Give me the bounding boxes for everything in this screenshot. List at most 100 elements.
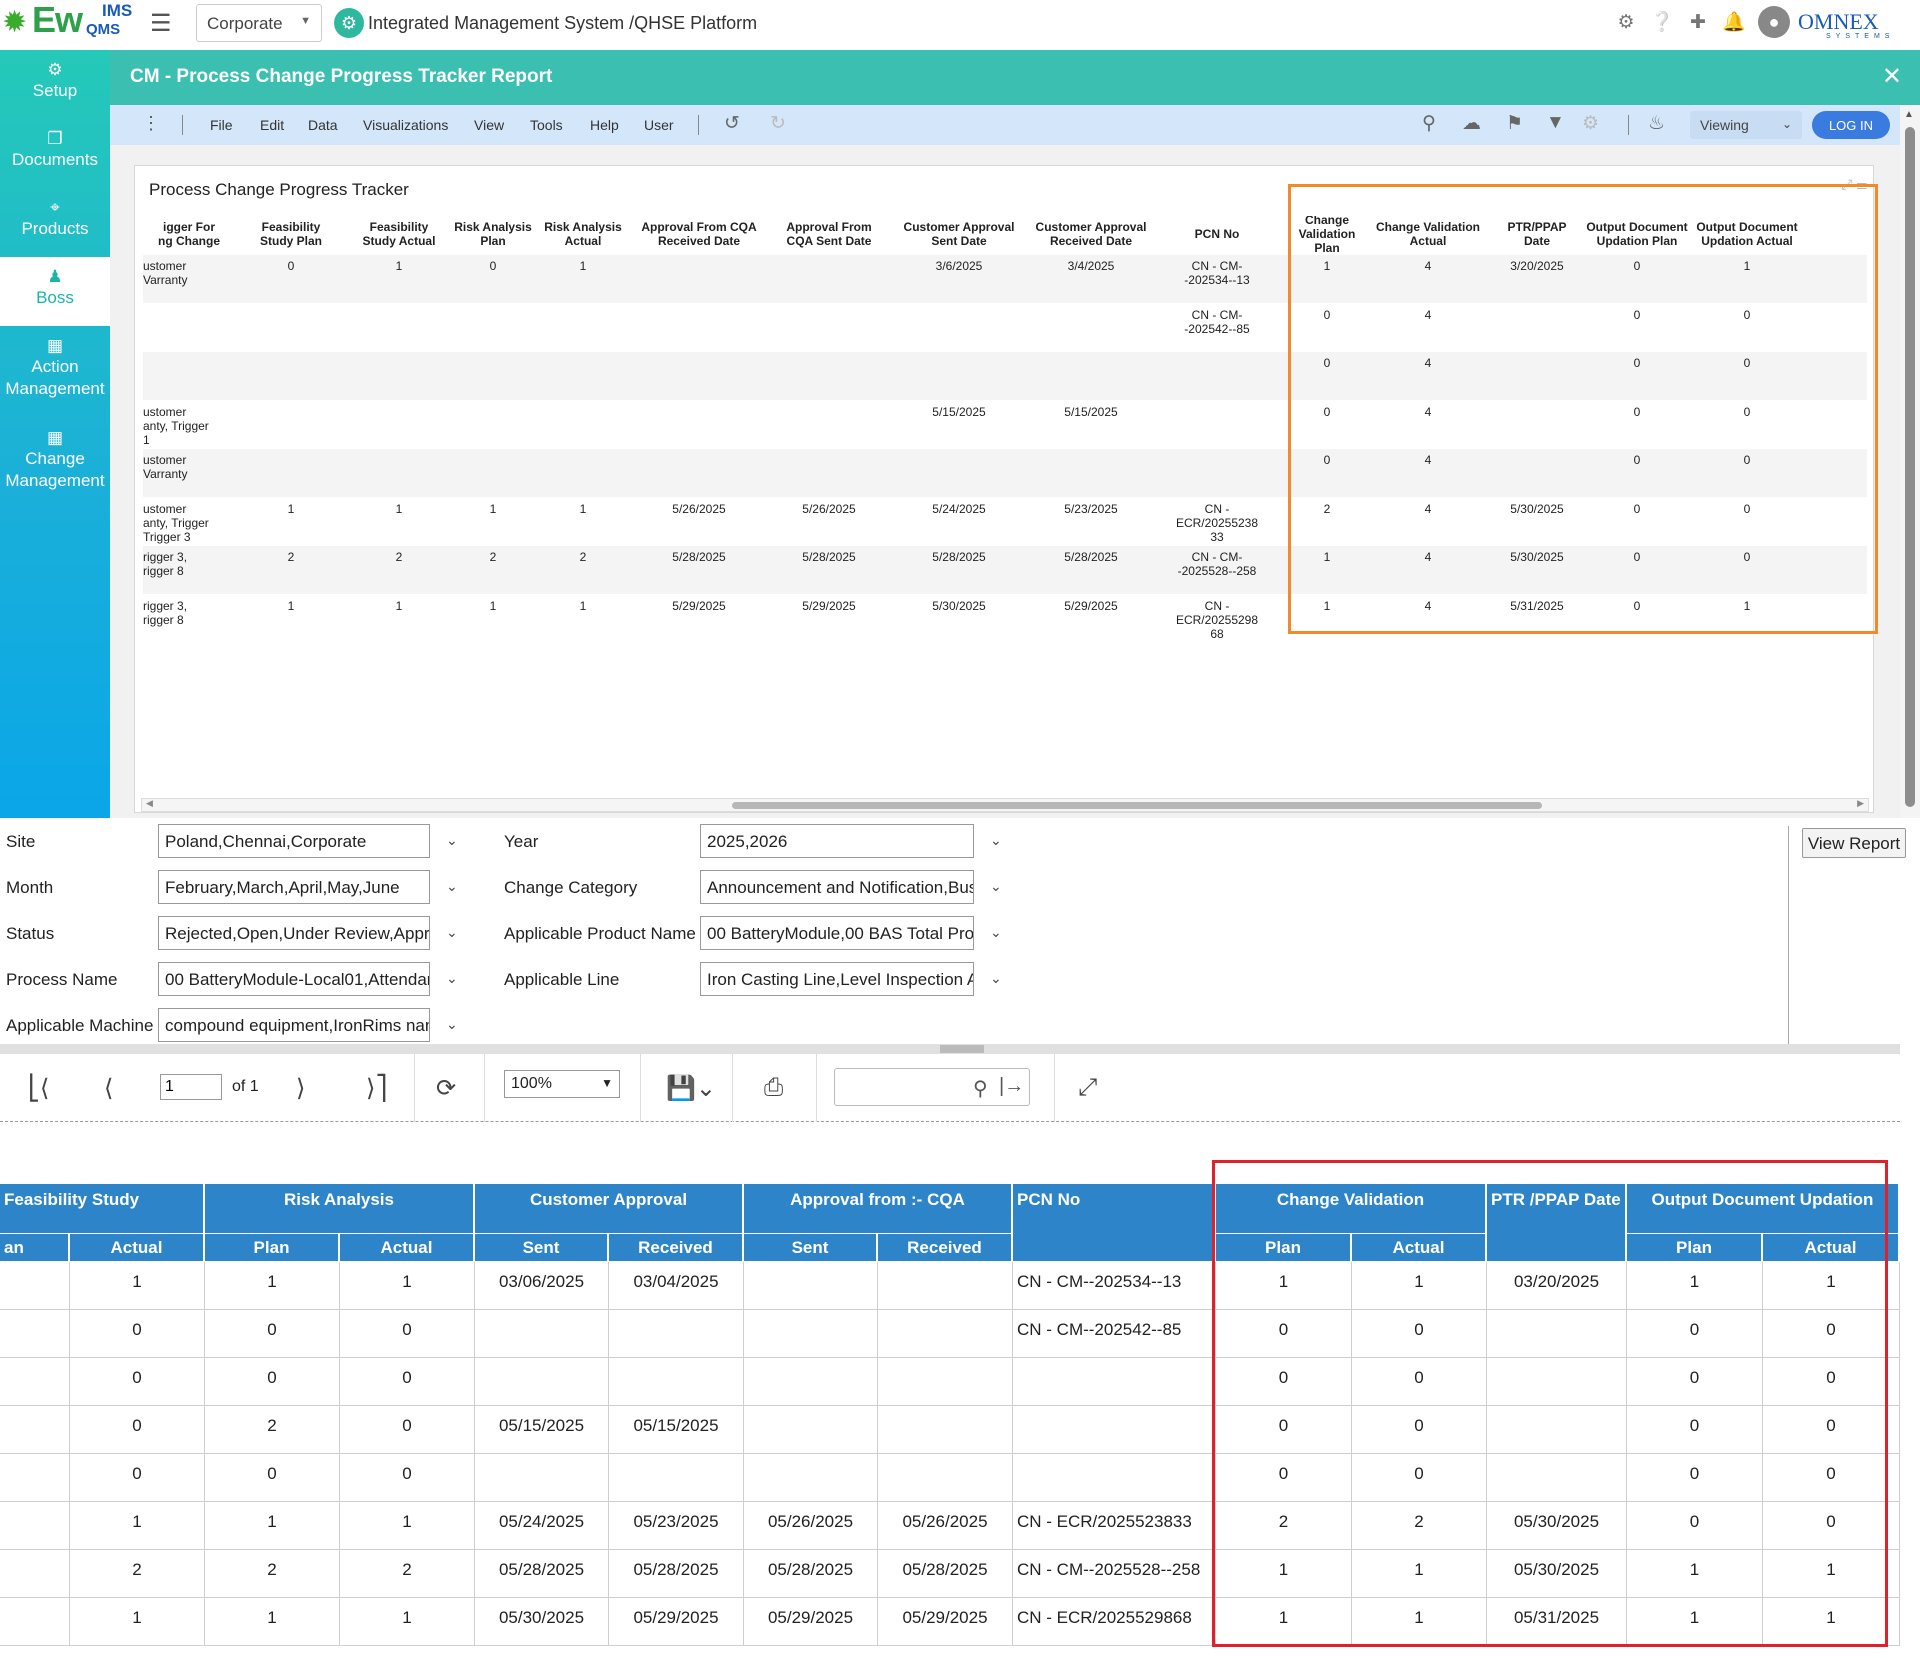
refresh-icon[interactable]: ⟳ [436,1074,456,1103]
sidebar-item-setup[interactable]: ⚙ Setup [0,50,110,119]
print-icon[interactable]: ⎙ [764,1074,783,1102]
chevron-down-icon[interactable]: ⌄ [990,878,1002,895]
site-filter-input[interactable]: Poland,Chennai,Corporate [158,824,430,858]
zoom-select[interactable]: 100% ▼ [504,1070,620,1098]
bookmark-icon[interactable]: ⚑ [1506,112,1523,135]
chevron-down-icon[interactable]: ⌄ [990,924,1002,941]
viz-row: rigger 3, rigger 8 1 1 1 1 5/29/2025 5/29/2025… [143,595,1867,643]
app-logo[interactable]: ✹ Ew IMS QMS [2,2,132,46]
sidebar-item-documents[interactable]: ❐ Documents [0,119,110,188]
menu-view[interactable]: View [474,117,504,133]
viz-column-header: Output Document Updation Actual [1696,220,1798,248]
help-icon[interactable]: ❔ [1644,10,1680,34]
save-icon[interactable]: 💾⌄ [666,1074,716,1103]
login-button[interactable]: LOG IN [1812,111,1890,139]
boss-icon: ♟ [47,267,63,286]
menu-user[interactable]: User [644,117,674,133]
table-cell: 03/06/2025 [475,1262,609,1310]
search-next-icon[interactable]: |→ [999,1075,1024,1098]
menu-icon[interactable]: ☰ [150,9,172,38]
process-name-filter-input[interactable]: 00 BatteryModule-Local01,Attendance [158,962,430,996]
menu-visualizations[interactable]: Visualizations [363,117,448,133]
scroll-left-icon[interactable]: ◀ [146,798,153,809]
viz-cell: 1 [1743,598,1751,613]
menu-file[interactable]: File [210,117,233,133]
view-report-button[interactable]: View Report [1802,828,1906,858]
viz-cell: 4 [1424,259,1432,273]
chevron-down-icon[interactable]: ⌄ [990,970,1002,987]
previous-page-icon[interactable]: ⟨ [104,1074,113,1103]
table-cell [878,1454,1013,1502]
more-vertical-icon[interactable]: ⋮ [142,113,160,134]
table-cell: CN - ECR/2025523833 [1013,1502,1216,1550]
table-cell [878,1358,1013,1406]
bell-icon[interactable]: 🔔 [1716,10,1752,34]
add-icon[interactable]: ✚ [1680,11,1716,34]
table-cell: 1 [1352,1598,1487,1646]
viz-cell: 1 [395,598,403,613]
month-filter-input[interactable]: February,March,April,May,June [158,870,430,904]
site-selector[interactable]: Corporate ▼ [196,4,322,42]
table-cell [744,1262,878,1310]
menu-help[interactable]: Help [590,117,619,133]
chevron-down-icon[interactable]: ⌄ [446,832,458,849]
status-filter-input[interactable]: Rejected,Open,Under Review,Approved [158,916,430,950]
redo-icon[interactable]: ↻ [770,112,786,135]
year-filter-input[interactable]: 2025,2026 [700,824,974,858]
scrollbar-thumb[interactable] [1905,127,1915,807]
viz-cell: 2 [489,550,497,564]
report-search-input[interactable]: ⚲ |→ [834,1068,1030,1106]
table-cell: 1 [205,1502,340,1550]
viewing-mode-select[interactable]: Viewing ⌄ [1690,111,1802,139]
chevron-down-icon[interactable]: ⌄ [446,878,458,895]
chevron-down-icon[interactable]: ⌄ [990,832,1002,849]
last-page-icon[interactable]: ⟩⎤ [366,1074,387,1103]
close-icon[interactable]: ✕ [1882,62,1902,91]
sidebar-item-products[interactable]: ⌖ Products [0,188,110,257]
menu-tools[interactable]: Tools [530,117,563,133]
sidebar-item-boss[interactable]: ♟ Boss [0,257,110,326]
page-number-input[interactable] [160,1074,222,1100]
applicable-line-filter-input[interactable]: Iron Casting Line,Level Inspection A [700,962,974,996]
table-cell: 05/26/2025 [878,1502,1013,1550]
panel-splitter[interactable] [0,1044,1900,1054]
expand-icon[interactable]: ⤢ ☰ [1841,176,1867,193]
undo-icon[interactable]: ↺ [724,112,740,135]
scrollbar-thumb[interactable] [732,802,1542,809]
viz-cell: 1 [1743,259,1751,273]
filter-icon[interactable]: ▼ [1546,112,1565,134]
applicable-product-name-filter-input[interactable]: 00 BatteryModule,00 BAS Total Product [700,916,974,950]
viz-cell: 0 [1743,404,1751,419]
next-page-icon[interactable]: ⟩ [296,1074,305,1103]
chevron-down-icon[interactable]: ⌄ [446,1016,458,1033]
table-group-header: Risk Analysis [205,1184,475,1234]
scroll-right-icon[interactable]: ▶ [1857,798,1864,809]
menu-data[interactable]: Data [308,117,338,133]
sidebar-item-change-management[interactable]: ▦ Change Management [0,418,110,510]
search-icon[interactable]: ⚲ [973,1076,988,1101]
viz-cell: 0 [1633,453,1641,467]
collapse-handle[interactable] [940,1045,984,1053]
chevron-down-icon[interactable]: ⌄ [446,924,458,941]
change-category-filter-input[interactable]: Announcement and Notification,Business [700,870,974,904]
search-icon[interactable]: ⚲ [1422,112,1436,135]
applicable-machine-filter-input[interactable]: compound equipment,IronRims name [158,1008,430,1042]
window-scrollbar[interactable]: ▲ [1900,105,1920,818]
avatar[interactable]: ● [1758,6,1790,38]
comments-icon[interactable]: ☁ [1462,112,1481,135]
settings-icon[interactable]: ⚙ [1608,11,1644,34]
menu-edit[interactable]: Edit [260,117,284,133]
scroll-up-icon[interactable]: ▲ [1904,109,1914,120]
table-cell: 0 [70,1406,205,1454]
sidebar-item-action-management[interactable]: ▦ Action Management [0,326,110,418]
viz-cell: CN - ECR/20255298 68 [1175,598,1259,641]
viz-cell: 1 [287,598,295,613]
table-cell: 1 [1216,1550,1352,1598]
chevron-down-icon[interactable]: ⌄ [446,970,458,987]
settings-icon[interactable]: ⚙ [1582,112,1599,135]
bell-icon[interactable]: ♨ [1648,112,1665,135]
table-cell: 1 [1627,1598,1763,1646]
horizontal-scrollbar[interactable]: ◀ ▶ [141,798,1869,812]
fullscreen-icon[interactable]: ⤢ [1078,1074,1097,1102]
first-page-icon[interactable]: ⎣⟨ [28,1074,49,1103]
